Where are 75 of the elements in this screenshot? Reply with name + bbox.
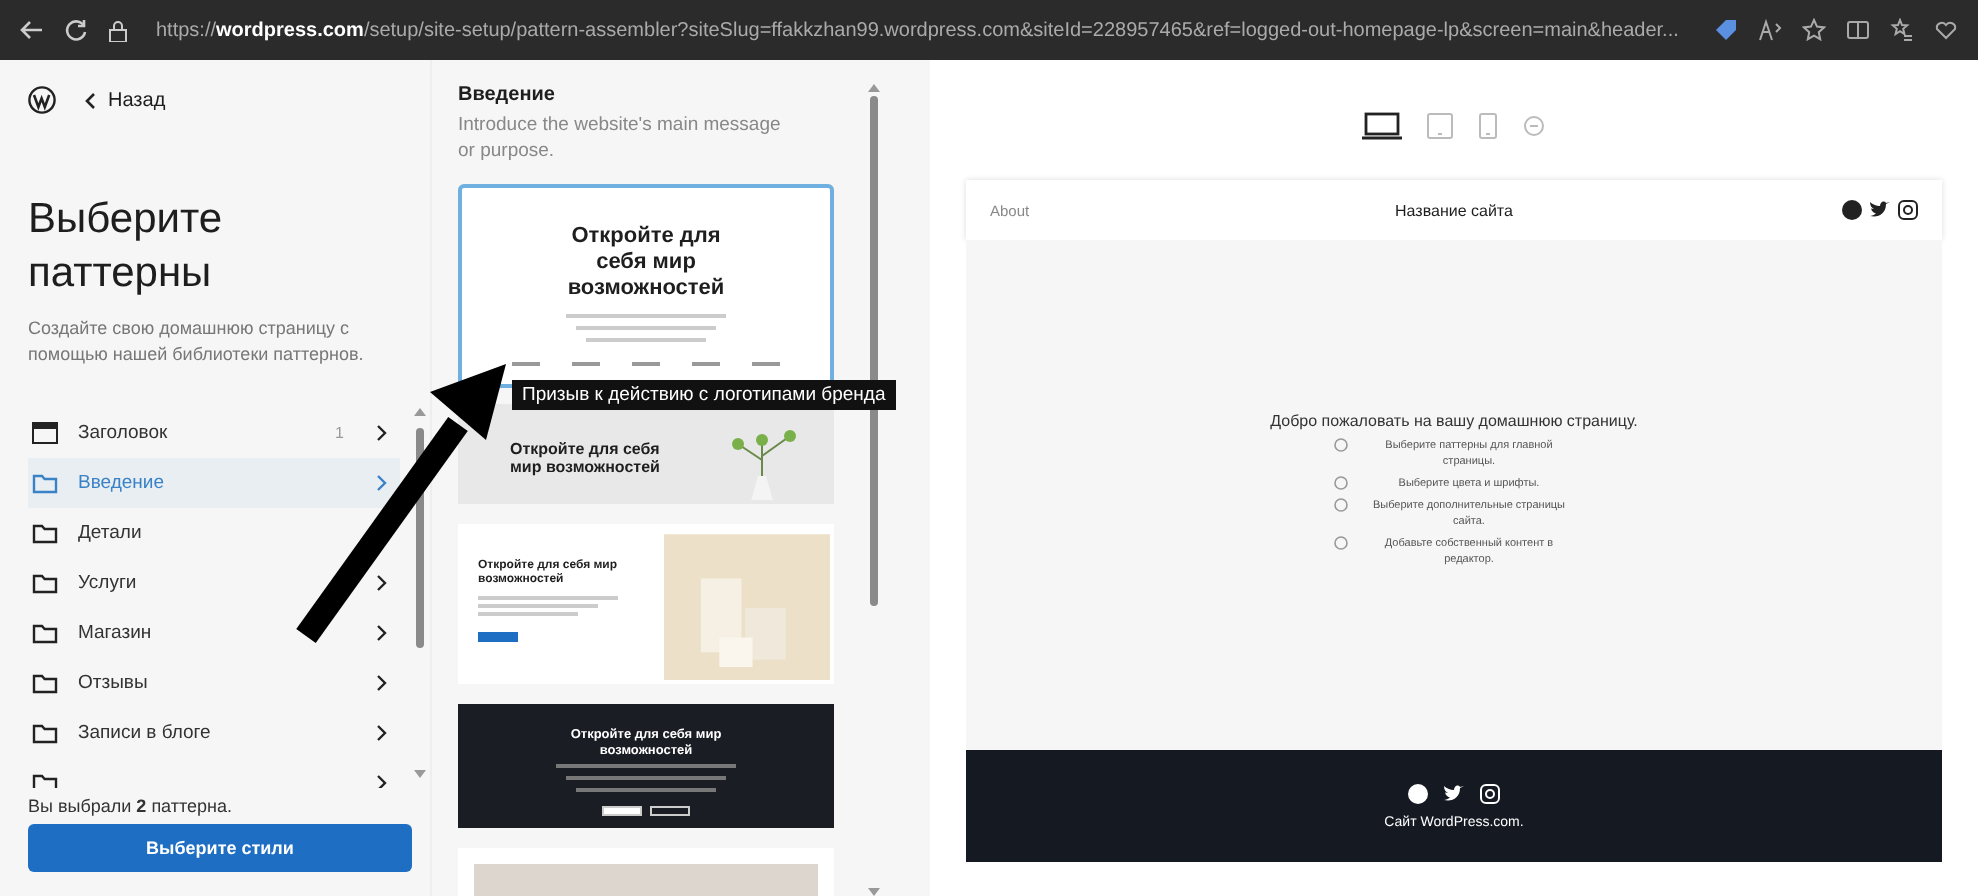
category-item[interactable]: Записи в блоге [28, 708, 400, 758]
device-toggle[interactable] [1522, 114, 1546, 138]
wordpress-logo-icon [28, 86, 56, 114]
page-title: Выберите паттерны [28, 194, 225, 300]
tablet-icon [1426, 112, 1454, 140]
desktop-icon [1362, 112, 1402, 140]
scrollbar-thumb[interactable] [416, 428, 424, 648]
back-icon[interactable] [20, 20, 44, 40]
choose-styles-button[interactable]: Выберите стили [28, 824, 412, 872]
chevron-right-icon [376, 474, 388, 492]
heart-icon[interactable] [1934, 18, 1958, 42]
category-label: Записи в блоге [78, 722, 213, 744]
category-label: Детали [78, 522, 144, 544]
chevron-right-icon [376, 774, 388, 788]
device-toggle[interactable] [1426, 112, 1454, 140]
category-label: Введение [78, 472, 167, 494]
tooltip: Призыв к действию с логотипами бренда [512, 380, 896, 410]
zoom-icon [1522, 114, 1546, 138]
category-label: Услуги [78, 572, 139, 594]
section-description: Introduce the website's main message or purpose. [458, 112, 783, 164]
scroll-up-icon[interactable] [414, 408, 426, 416]
chevron-right-icon [376, 624, 388, 642]
chevron-right-icon [376, 424, 388, 442]
category-label: Отзывы [78, 672, 150, 694]
scroll-down-icon[interactable] [414, 770, 426, 778]
refresh-icon[interactable] [64, 18, 88, 42]
favorites-icon[interactable] [1890, 18, 1914, 42]
preview-heading: Откройте для себя мир возможностей [510, 440, 662, 480]
step-number-icon [1334, 438, 1348, 452]
folder-icon [32, 772, 58, 788]
folder-icon [32, 622, 58, 644]
device-toggle[interactable] [1362, 112, 1402, 140]
site-title: Название сайта [1393, 201, 1515, 219]
folder-icon [32, 572, 58, 594]
lock-icon [108, 19, 128, 41]
folder-icon [32, 472, 58, 494]
phone-icon [1478, 112, 1498, 140]
chevron-right-icon [376, 674, 388, 692]
chevron-left-icon [84, 91, 96, 109]
folder-icon [32, 672, 58, 694]
device-toggle[interactable] [1478, 112, 1498, 140]
star-icon[interactable] [1802, 18, 1826, 42]
scroll-down-icon[interactable] [868, 888, 880, 896]
category-item[interactable]: Заголовок 1 [28, 408, 400, 458]
scroll-up-icon[interactable] [868, 84, 880, 92]
split-screen-icon[interactable] [1846, 18, 1870, 42]
category-item[interactable]: Отзывы [28, 658, 400, 708]
twitter-icon [1444, 783, 1464, 803]
pattern-preview[interactable]: Откройте для себя мир возможностей [458, 404, 834, 504]
category-item[interactable]: Детали [28, 508, 400, 558]
folder-icon [32, 722, 58, 744]
pattern-count: 1 [335, 424, 344, 442]
chevron-right-icon [376, 724, 388, 742]
instagram-icon [1898, 200, 1918, 220]
instagram-icon [1480, 783, 1500, 803]
category-item[interactable]: Магазин [28, 608, 400, 658]
category-item[interactable]: Услуги [28, 558, 400, 608]
welcome-heading: Добро пожаловать на вашу домашнюю страницу. [1270, 412, 1638, 430]
selection-summary: Вы выбрали 2 паттерна. [28, 796, 234, 816]
read-aloud-icon[interactable] [1758, 18, 1782, 42]
tag-icon[interactable] [1714, 18, 1738, 42]
folder-icon [32, 522, 58, 544]
step-number-icon [1334, 536, 1348, 550]
category-label: Заголовок [78, 422, 170, 444]
layout-icon [32, 422, 58, 444]
preview-heading: Откройте для себя мир возможностей [565, 224, 727, 302]
page-description: Создайте свою домашнюю страницу с помощью нашей библиотеки паттернов. [28, 316, 366, 368]
preview-buttons-drawing [602, 806, 690, 816]
back-button[interactable]: Назад [84, 89, 166, 111]
preview-button [478, 632, 518, 642]
section-title: Введение [458, 84, 557, 106]
twitter-icon [1870, 200, 1890, 220]
pattern-preview[interactable]: Откройте для себя мир возможностей [458, 184, 834, 388]
category-label: Магазин [78, 622, 154, 644]
chevron-right-icon [376, 574, 388, 592]
